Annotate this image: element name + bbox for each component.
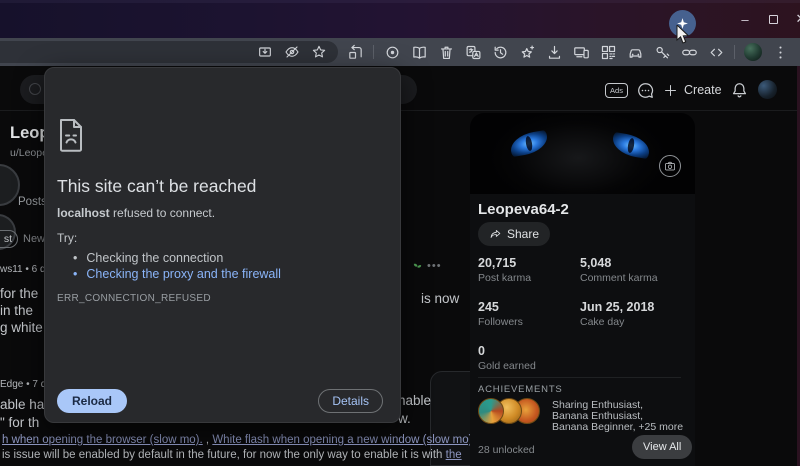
camera-icon xyxy=(664,160,676,172)
post-links-line[interactable]: h when opening the browser (slow mo). , … xyxy=(2,434,474,446)
ads-button[interactable]: Ads xyxy=(605,83,628,98)
stat-value: 245 xyxy=(478,300,499,314)
mouse-cursor xyxy=(676,25,690,45)
edit-banner-button[interactable] xyxy=(659,155,681,177)
error-message: localhost refused to connect. xyxy=(57,206,215,220)
sort-pill[interactable]: st xyxy=(0,230,18,248)
inline-link[interactable]: White flash when opening a new window (s… xyxy=(212,434,474,446)
stat-value: 5,048 xyxy=(580,256,611,270)
post-meta: ws11 • 6 d xyxy=(0,264,46,275)
notifications-bell-icon[interactable] xyxy=(730,81,749,105)
qr-code-icon[interactable] xyxy=(599,43,617,61)
translate-icon[interactable] xyxy=(464,43,482,61)
trash-icon[interactable] xyxy=(437,43,455,61)
password-keys-icon[interactable] xyxy=(653,43,671,61)
stat-label: Comment karma xyxy=(580,272,658,284)
suggestion-item: Checking the connection xyxy=(73,251,223,265)
search-icon xyxy=(29,83,41,95)
create-button[interactable]: Create xyxy=(684,83,722,97)
stat-label: Followers xyxy=(478,316,523,328)
profile-avatar[interactable] xyxy=(744,43,762,61)
bookmark-star-icon[interactable] xyxy=(310,43,328,61)
stat-value: Jun 25, 2018 xyxy=(580,300,654,314)
post-text-fragment: g white xyxy=(0,319,43,336)
chat-icon[interactable] xyxy=(636,81,655,105)
error-title: This site can’t be reached xyxy=(57,176,256,197)
upvote-sprout-icon xyxy=(412,262,423,273)
achievement-badge xyxy=(478,398,504,424)
post-options-dots[interactable]: ••• xyxy=(427,260,442,272)
card-divider xyxy=(478,377,681,378)
lens-icon[interactable] xyxy=(383,43,401,61)
minimize-button[interactable]: – xyxy=(730,0,760,38)
post-meta: Edge • 7 d xyxy=(0,379,46,390)
create-plus-icon[interactable] xyxy=(663,83,678,103)
code-icon[interactable] xyxy=(707,43,725,61)
address-bar[interactable] xyxy=(0,41,338,63)
post-text-fragment: for the xyxy=(0,285,43,302)
profile-sidebar-card: Leopeva64-2 Share 20,715 Post karma 5,04… xyxy=(470,113,695,466)
stat-value: 0 xyxy=(478,344,485,358)
post-text-fragment: " for th xyxy=(0,414,39,431)
close-button[interactable]: ✕ xyxy=(786,0,800,38)
install-icon[interactable] xyxy=(256,43,274,61)
stat-label: Post karma xyxy=(478,272,531,284)
cat-eye-right xyxy=(610,132,651,159)
suggestion-link[interactable]: Checking the proxy and the firewall xyxy=(73,267,281,281)
download-icon[interactable] xyxy=(545,43,563,61)
try-label: Try: xyxy=(57,231,77,245)
error-host: localhost xyxy=(57,206,110,220)
share-button[interactable]: Share xyxy=(478,222,550,246)
star-sparkle-icon[interactable] xyxy=(518,43,536,61)
profile-banner-image xyxy=(470,113,695,194)
eye-slash-icon[interactable] xyxy=(283,43,301,61)
devices-icon[interactable] xyxy=(572,43,590,61)
post-text-fragment: nable xyxy=(398,392,431,409)
sad-file-icon xyxy=(57,118,85,157)
car-icon[interactable] xyxy=(626,43,644,61)
achievement-name: Banana Beginner, +25 more xyxy=(552,422,683,433)
toolbar-divider xyxy=(734,45,735,59)
share-label: Share xyxy=(507,227,539,241)
stat-value: 20,715 xyxy=(478,256,516,270)
share-icon xyxy=(489,228,502,241)
menu-kebab-icon[interactable] xyxy=(771,43,789,61)
achievements-heading: ACHIEVEMENTS xyxy=(478,384,563,395)
extensions-row xyxy=(346,41,789,63)
profile-card-name: Leopeva64-2 xyxy=(478,201,569,218)
details-button[interactable]: Details xyxy=(318,389,383,413)
post-links-line[interactable]: is issue will be enabled by default in t… xyxy=(2,449,474,461)
snoovatar xyxy=(0,164,20,206)
history-icon[interactable] xyxy=(491,43,509,61)
browser-window: – ✕ xyxy=(0,0,800,466)
tab-posts[interactable]: Posts xyxy=(18,196,47,208)
view-all-button[interactable]: View All xyxy=(632,435,692,459)
inline-text: , xyxy=(203,434,213,446)
inline-link[interactable]: h when opening the browser (slow mo). xyxy=(2,434,203,446)
post-text-fragment: is now xyxy=(421,290,459,307)
sort-new[interactable]: New xyxy=(23,233,45,245)
stat-label: Cake day xyxy=(580,316,624,328)
inline-text: is issue will be enabled by default in t… xyxy=(2,449,446,461)
post-text-fragment: in the xyxy=(0,302,43,319)
error-popup-window: This site can’t be reached localhost ref… xyxy=(44,67,401,423)
cat-eye-left xyxy=(508,130,549,157)
user-avatar[interactable] xyxy=(758,80,777,99)
error-code: ERR_CONNECTION_REFUSED xyxy=(57,293,211,304)
link-icon[interactable] xyxy=(680,43,698,61)
inline-link[interactable]: the xyxy=(446,449,462,461)
maximize-button[interactable] xyxy=(758,0,788,38)
stat-label: Gold earned xyxy=(478,360,536,372)
restore-tab-icon[interactable] xyxy=(346,43,364,61)
reading-list-icon[interactable] xyxy=(410,43,428,61)
post-text-fragment: able ha xyxy=(0,396,44,413)
achievements-unlocked-count: 28 unlocked xyxy=(478,444,535,456)
maximize-icon xyxy=(769,15,778,24)
reload-button[interactable]: Reload xyxy=(57,389,127,413)
toolbar-divider xyxy=(373,45,374,59)
